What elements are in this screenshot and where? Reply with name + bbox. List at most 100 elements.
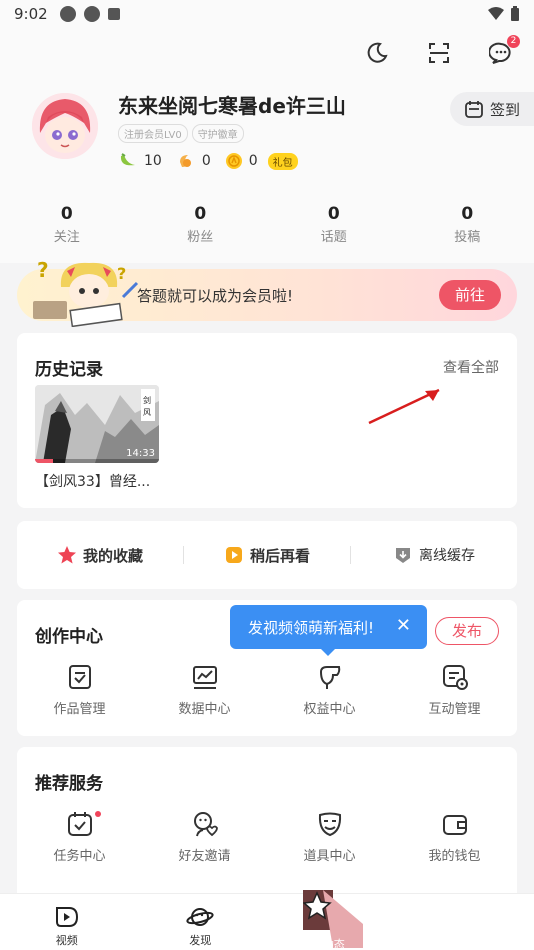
offline-cache-label: 离线缓存: [419, 548, 475, 564]
tab-dynamic[interactable]: 动态: [267, 890, 401, 950]
guard-badge-tag[interactable]: 守护徽章: [191, 124, 244, 143]
services-grid: 任务中心 好友邀请 道具中心 我的钱包: [17, 809, 517, 864]
history-video-title[interactable]: 【剑风33】曾经...: [35, 471, 150, 491]
props-center-item[interactable]: 道具中心: [267, 809, 392, 864]
recommended-services-card: 推荐服务 任务中心 好友邀请 道具中心 我的钱包: [17, 747, 517, 907]
stat-value: 0: [194, 204, 207, 224]
creation-title: 创作中心: [35, 627, 103, 647]
svg-text:剑: 剑: [143, 395, 151, 405]
member-quiz-banner[interactable]: ? ? 答题就可以成为会员啦! 前往: [17, 258, 517, 327]
tab-label: 动态: [322, 938, 345, 950]
stats-row: 0 关注 0 粉丝 0 话题 0 投稿: [0, 204, 534, 245]
task-calendar-icon: [67, 812, 92, 836]
data-center-item[interactable]: 数据中心: [142, 662, 267, 717]
data-center-label: 数据中心: [178, 702, 231, 717]
planet-tab-icon: [186, 908, 214, 926]
stat-fans[interactable]: 0 粉丝: [134, 204, 268, 245]
publish-button[interactable]: 发布: [435, 617, 499, 645]
tab-video[interactable]: 视频: [0, 894, 134, 950]
status-time: 9:02: [14, 5, 48, 23]
invite-icon: [193, 812, 218, 837]
stat-value: 0: [327, 204, 340, 224]
app-notification-icon: [107, 8, 120, 20]
history-card: 历史记录 查看全部 剑 风 14:33 【剑风33】曾经...: [17, 333, 517, 508]
works-management-item[interactable]: 作品管理: [17, 662, 142, 717]
promo-text: 答题就可以成为会员啦!: [137, 287, 294, 305]
checkin-button[interactable]: 签到: [450, 92, 534, 126]
stat-label: 话题: [320, 230, 347, 245]
wifi-icon: [488, 7, 504, 20]
svg-text:风: 风: [143, 408, 151, 417]
message-badge: 2: [507, 35, 520, 48]
candy-icon: [179, 155, 191, 167]
candy-count: 0: [201, 153, 211, 169]
benefits-icon: [319, 666, 340, 689]
benefits-label: 权益中心: [303, 702, 356, 717]
checkin-label: 签到: [489, 100, 520, 119]
stat-topics[interactable]: 0 话题: [267, 204, 401, 245]
task-center-item[interactable]: 任务中心: [17, 809, 142, 864]
coin-row: 10 0 0 礼包: [118, 152, 298, 170]
invite-label: 好友邀请: [178, 849, 231, 864]
tooltip-close-icon[interactable]: ✕: [396, 615, 411, 636]
svg-text:?: ?: [117, 264, 126, 283]
stat-value: 0: [60, 204, 73, 224]
stat-value: 0: [461, 204, 474, 224]
acoin-count: 0: [248, 153, 258, 169]
avatar[interactable]: [32, 93, 98, 159]
star-icon: [57, 546, 76, 564]
play-later-icon: [225, 547, 242, 563]
tab-label: 发现: [189, 934, 212, 947]
stat-label: 关注: [53, 230, 80, 245]
interaction-icon: [442, 665, 468, 690]
favorites-button[interactable]: 我的收藏: [17, 545, 183, 566]
mask-icon: [318, 812, 341, 837]
watch-later-button[interactable]: 稍后再看: [184, 545, 350, 566]
benefits-center-item[interactable]: 权益中心: [267, 662, 392, 717]
scan-button[interactable]: [424, 38, 454, 68]
banana-icon: [120, 153, 135, 166]
status-bar: 9:02: [0, 0, 534, 28]
watch-later-label: 稍后再看: [249, 546, 310, 565]
task-center-label: 任务中心: [53, 849, 106, 864]
offline-cache-button[interactable]: 离线缓存: [351, 545, 517, 565]
messages-button[interactable]: 2: [486, 35, 520, 68]
invite-friends-item[interactable]: 好友邀请: [142, 809, 267, 864]
username[interactable]: 东来坐阅七寒暑de许三山: [118, 90, 346, 119]
download-icon: [396, 548, 410, 563]
video-tab-icon: [55, 907, 78, 927]
stat-submissions[interactable]: 0 投稿: [401, 204, 534, 245]
acoin-icon: [225, 153, 242, 169]
favorites-label: 我的收藏: [82, 546, 143, 565]
moon-icon: [367, 42, 388, 63]
stat-following[interactable]: 0 关注: [0, 204, 134, 245]
task-notification-dot: [95, 811, 101, 817]
interaction-management-item[interactable]: 互动管理: [392, 662, 517, 717]
promo-go-button[interactable]: 前往: [439, 280, 501, 310]
tab-placeholder: [401, 894, 534, 950]
view-all-link[interactable]: 查看全部: [443, 357, 499, 377]
svg-text:?: ?: [37, 258, 49, 282]
history-video-thumbnail[interactable]: 剑 风 14:33: [35, 385, 159, 463]
scan-icon: [429, 43, 449, 63]
gift-pack-tag[interactable]: 礼包: [267, 152, 298, 170]
stat-label: 投稿: [454, 230, 481, 245]
wallet-label: 我的钱包: [428, 849, 481, 864]
member-level-tag[interactable]: 注册会员LV0: [118, 124, 188, 143]
status-right: [488, 6, 520, 22]
mascot-illustration: ? ?: [33, 258, 139, 327]
chart-icon: [192, 666, 217, 689]
calendar-icon: [465, 101, 483, 118]
member-tags: 注册会员LV0 守护徽章: [118, 124, 244, 143]
night-mode-button[interactable]: [362, 38, 392, 68]
app-notification-icon: [83, 6, 100, 22]
top-actions: 2: [362, 35, 520, 68]
tab-discover[interactable]: 发现: [134, 894, 268, 950]
publish-tooltip: 发视频领萌新福利! ✕: [230, 605, 427, 656]
works-label: 作品管理: [53, 702, 106, 717]
profile-header: 2 东来坐阅七寒暑de许三山 注册会员LV0 守护徽章 10 0 0 礼包 签到: [0, 28, 534, 263]
works-icon: [68, 665, 91, 689]
stat-label: 粉丝: [187, 230, 214, 245]
red-arrow-annotation: [368, 388, 440, 425]
wallet-item[interactable]: 我的钱包: [392, 809, 517, 864]
